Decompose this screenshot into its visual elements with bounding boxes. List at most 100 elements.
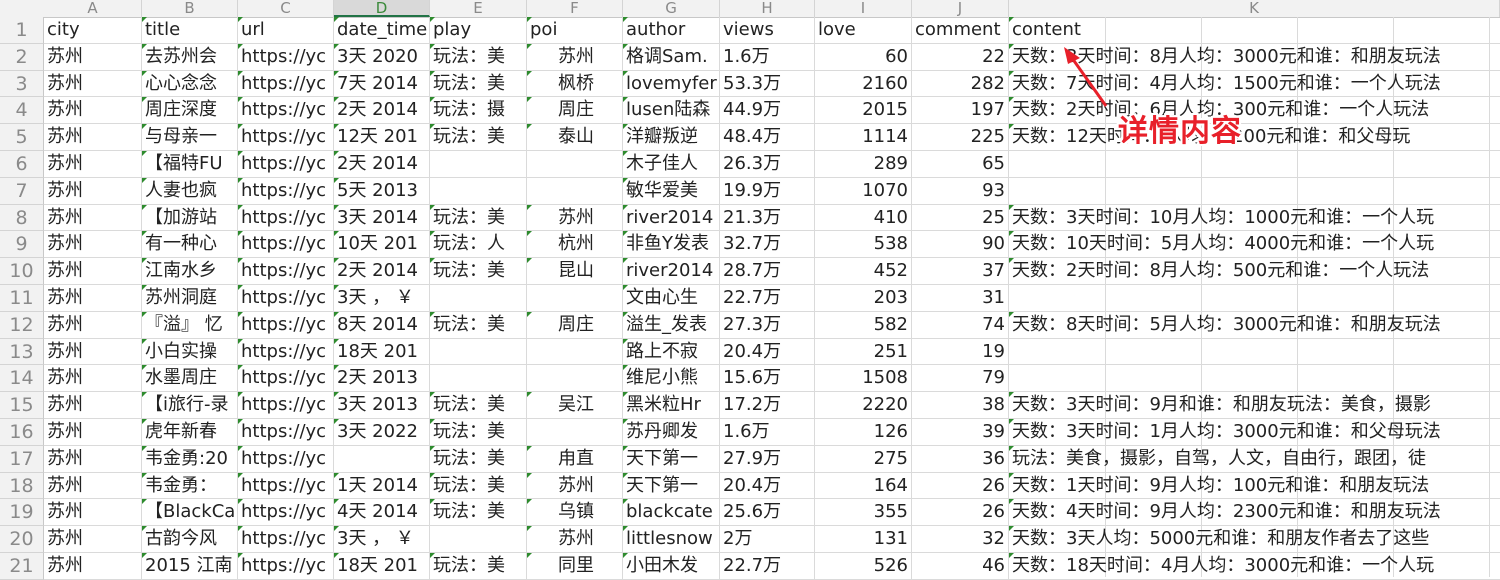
cell-views[interactable]: 1.6万 — [720, 43, 815, 71]
cell-comment[interactable]: 19 — [912, 338, 1009, 366]
cell-url[interactable]: https://yc — [238, 231, 334, 259]
cell-love[interactable]: 164 — [815, 472, 912, 500]
cell-love[interactable]: 251 — [815, 338, 912, 366]
cell-views[interactable]: 15.6万 — [720, 365, 815, 393]
cell-views[interactable]: 27.3万 — [720, 311, 815, 339]
cell-content[interactable] — [1009, 339, 1500, 366]
cell-date-time[interactable]: 3天 2022 — [334, 419, 430, 446]
cell-comment[interactable]: 74 — [912, 311, 1009, 339]
cell-author[interactable]: 维尼小熊 — [623, 365, 720, 393]
cell-poi[interactable]: 苏州 — [527, 204, 623, 232]
cell-title[interactable]: 苏州洞庭 — [142, 285, 238, 312]
cell-author[interactable]: 格调Sam. — [623, 43, 720, 71]
cell-title[interactable]: 虎年新春 — [142, 419, 238, 446]
cell-comment[interactable]: 38 — [912, 392, 1009, 419]
cell-play[interactable]: 玩法：美 — [430, 472, 527, 500]
cell-city[interactable]: 苏州 — [44, 124, 142, 151]
cell-city[interactable]: 苏州 — [44, 285, 142, 312]
row-header[interactable]: 12 — [0, 311, 44, 339]
row-header[interactable]: 9 — [0, 231, 44, 259]
cell-title[interactable]: 【i旅行-录 — [142, 392, 238, 419]
cell-content[interactable]: 天数：2天时间：6月人均：300元和谁：一个人玩法 — [1009, 97, 1500, 125]
cell-poi[interactable]: 苏州 — [527, 43, 623, 71]
column-header-g[interactable]: G — [623, 0, 720, 17]
cell-views[interactable]: 22.7万 — [720, 553, 815, 580]
cell-love[interactable]: 126 — [815, 419, 912, 446]
row-header[interactable]: 16 — [0, 419, 44, 446]
cell-love[interactable]: 1114 — [815, 124, 912, 151]
cell-date-time[interactable]: 10天 201 — [334, 231, 430, 259]
cell-views[interactable]: 44.9万 — [720, 97, 815, 125]
cell-poi[interactable]: 泰山 — [527, 124, 623, 151]
cell-views[interactable]: 48.4万 — [720, 124, 815, 151]
cell-date-time[interactable] — [334, 445, 430, 473]
cell-url[interactable]: https://yc — [238, 499, 334, 527]
cell-poi[interactable]: 杭州 — [527, 231, 623, 259]
cell-views[interactable]: 26.3万 — [720, 151, 815, 178]
cell-love[interactable]: 355 — [815, 499, 912, 527]
cell-title[interactable]: 韦金勇:20 — [142, 445, 238, 473]
column-header-b[interactable]: B — [142, 0, 238, 17]
cell-comment[interactable]: 282 — [912, 70, 1009, 98]
cell-title[interactable]: 古韵今风 — [142, 526, 238, 553]
cell-content[interactable]: 天数：7天时间：4月人均：1500元和谁：一个人玩法 — [1009, 70, 1500, 98]
cell-title[interactable]: 2015 江南 — [142, 553, 238, 580]
cell-love[interactable]: 1508 — [815, 365, 912, 393]
cell-play[interactable] — [430, 365, 527, 393]
cell-date-time[interactable]: 3天 ， ￥ — [334, 526, 430, 553]
cell-title[interactable]: 小白实操 — [142, 338, 238, 366]
cell-title[interactable]: 【福特FU — [142, 151, 238, 178]
cell-date-time[interactable]: 8天 2014 — [334, 311, 430, 339]
cell-comment[interactable]: 46 — [912, 553, 1009, 580]
cell-views[interactable]: 2万 — [720, 526, 815, 553]
cell-url[interactable]: https://yc — [238, 177, 334, 205]
cell-comment[interactable]: 39 — [912, 419, 1009, 446]
cell-content[interactable]: 天数：10天时间：5月人均：4000元和谁：一个人玩 — [1009, 231, 1500, 259]
cell-city[interactable]: 苏州 — [44, 526, 142, 553]
cell-author[interactable]: 溢生_发表 — [623, 311, 720, 339]
cell-url[interactable]: https://yc — [238, 445, 334, 473]
cell-title[interactable]: 【加游站 — [142, 204, 238, 232]
cell-url[interactable]: https://yc — [238, 419, 334, 446]
header-cell-views[interactable]: views — [720, 17, 815, 44]
cell-love[interactable]: 60 — [815, 43, 912, 71]
cell-love[interactable]: 131 — [815, 526, 912, 553]
cell-love[interactable]: 203 — [815, 285, 912, 312]
cell-love[interactable]: 538 — [815, 231, 912, 259]
cell-author[interactable]: 文由心生 — [623, 285, 720, 312]
cell-title[interactable]: 『溢』 忆 — [142, 311, 238, 339]
cell-city[interactable]: 苏州 — [44, 70, 142, 98]
cell-author[interactable]: 黑米粒Hr — [623, 392, 720, 419]
row-header[interactable]: 3 — [0, 70, 44, 98]
cell-content[interactable]: 天数：12天时间： 人均：9200元和谁：和父母玩 — [1009, 124, 1500, 151]
cell-play[interactable]: 玩法：美 — [430, 499, 527, 527]
header-cell-comment[interactable]: comment — [912, 17, 1009, 44]
cell-poi[interactable] — [527, 177, 623, 205]
column-header-h[interactable]: H — [720, 0, 815, 17]
cell-comment[interactable]: 93 — [912, 177, 1009, 205]
cell-author[interactable]: 路上不寂 — [623, 338, 720, 366]
cell-url[interactable]: https://yc — [238, 97, 334, 125]
cell-content[interactable]: 天数：8天时间：5月人均：3000元和谁：和朋友玩法 — [1009, 311, 1500, 339]
cell-love[interactable]: 1070 — [815, 177, 912, 205]
cell-poi[interactable]: 周庄 — [527, 97, 623, 125]
cell-comment[interactable]: 37 — [912, 258, 1009, 285]
cell-views[interactable]: 53.3万 — [720, 70, 815, 98]
row-header[interactable]: 15 — [0, 392, 44, 419]
cell-city[interactable]: 苏州 — [44, 204, 142, 232]
cell-city[interactable]: 苏州 — [44, 97, 142, 125]
cell-content[interactable]: 天数：3天人均：5000元和谁：和朋友作者去了这些 — [1009, 526, 1500, 553]
cell-title[interactable]: 水墨周庄 — [142, 365, 238, 393]
header-cell-date-time[interactable]: date_time — [334, 17, 430, 44]
cell-date-time[interactable]: 1天 2014 — [334, 472, 430, 500]
row-header[interactable]: 14 — [0, 365, 44, 393]
cell-poi[interactable]: 同里 — [527, 553, 623, 580]
cell-poi[interactable] — [527, 151, 623, 178]
cell-love[interactable]: 582 — [815, 311, 912, 339]
cell-comment[interactable]: 197 — [912, 97, 1009, 125]
cell-author[interactable]: lusen陆森 — [623, 97, 720, 125]
cell-comment[interactable]: 90 — [912, 231, 1009, 259]
cell-play[interactable]: 玩法：美 — [430, 43, 527, 71]
cell-url[interactable]: https://yc — [238, 311, 334, 339]
cell-content[interactable]: 天数：3天时间：9月和谁：和朋友玩法：美食，摄影 — [1009, 392, 1500, 419]
